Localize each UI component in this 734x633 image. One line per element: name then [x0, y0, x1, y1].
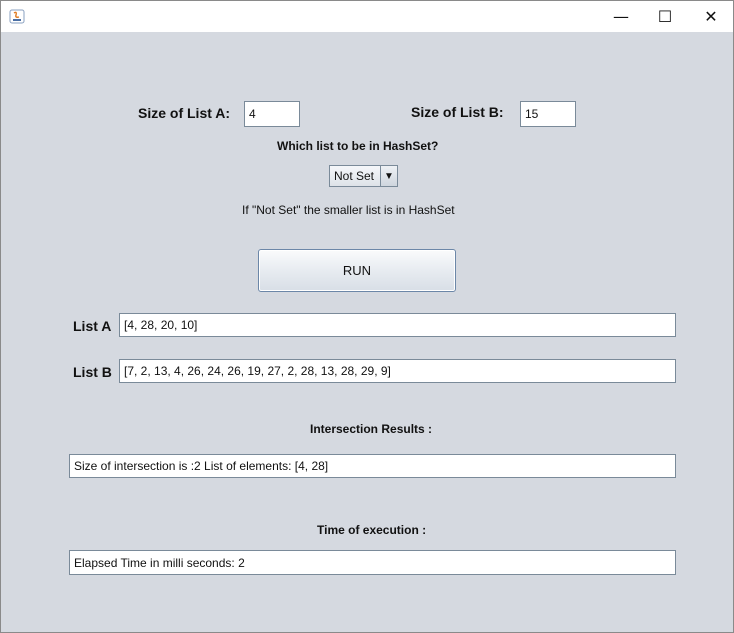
- hashset-question-label: Which list to be in HashSet?: [277, 139, 439, 153]
- list-a-field[interactable]: [4, 28, 20, 10]: [119, 313, 676, 337]
- hashset-select[interactable]: Not Set ▼: [329, 165, 398, 187]
- close-button[interactable]: ✕: [688, 1, 734, 32]
- size-a-input[interactable]: 4: [244, 101, 300, 127]
- list-b-label: List B: [73, 364, 112, 380]
- elapsed-time-field[interactable]: Elapsed Time in milli seconds: 2: [69, 550, 676, 575]
- intersection-result-field[interactable]: Size of intersection is :2 List of eleme…: [69, 454, 676, 478]
- java-icon: [9, 8, 25, 24]
- hashset-select-value: Not Set: [334, 169, 375, 183]
- minimize-icon: —: [613, 7, 629, 26]
- time-heading: Time of execution :: [317, 523, 427, 537]
- main-panel: Size of List A: 4 Size of List B: 15 Whi…: [1, 32, 733, 632]
- hashset-note: If "Not Set" the smaller list is in Hash…: [242, 203, 455, 217]
- list-b-field[interactable]: [7, 2, 13, 4, 26, 24, 26, 19, 27, 2, 28,…: [119, 359, 676, 383]
- close-icon: ✕: [704, 7, 718, 26]
- maximize-icon: ☐: [657, 7, 673, 26]
- run-button[interactable]: RUN: [258, 249, 456, 292]
- maximize-button[interactable]: ☐: [642, 1, 688, 32]
- chevron-down-icon[interactable]: ▼: [380, 166, 397, 186]
- app-window: — ☐ ✕ Size of List A: 4 Size of List B: …: [0, 0, 734, 633]
- title-bar: — ☐ ✕: [1, 1, 733, 32]
- intersection-heading: Intersection Results :: [310, 422, 433, 436]
- minimize-button[interactable]: —: [598, 1, 644, 32]
- size-a-label: Size of List A:: [138, 105, 231, 121]
- size-b-input[interactable]: 15: [520, 101, 576, 127]
- size-b-label: Size of List B:: [411, 104, 504, 120]
- list-a-label: List A: [73, 318, 112, 334]
